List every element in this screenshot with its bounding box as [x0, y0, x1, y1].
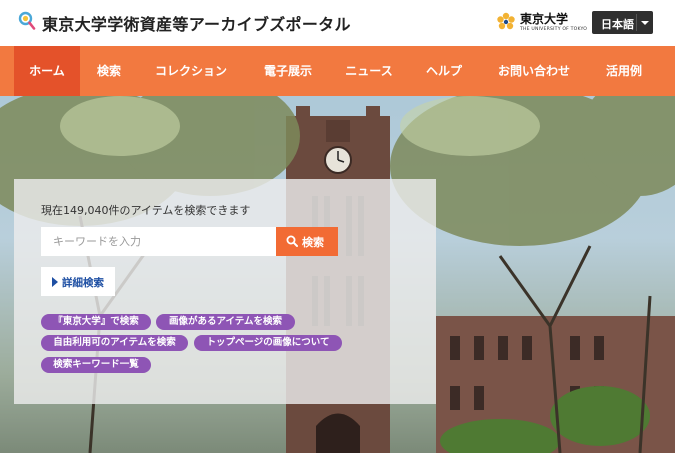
main-nav: ホーム 検索 コレクション 電子展示 ニュース ヘルプ お問い合わせ 活用例: [0, 46, 675, 96]
nav-item-news[interactable]: ニュース: [336, 46, 402, 96]
search-button-label: 検索: [302, 236, 324, 249]
nav-item-collection[interactable]: コレクション: [146, 46, 236, 96]
search-input[interactable]: [41, 227, 276, 256]
site-header: 東京大学学術資産等アーカイブズポータル 東京大学 THE UNIVERSITY …: [0, 0, 675, 46]
site-title[interactable]: 東京大学学術資産等アーカイブズポータル: [42, 11, 351, 35]
university-logo-name: 東京大学: [520, 12, 569, 26]
nav-item-usecases[interactable]: 活用例: [594, 46, 654, 96]
language-selector[interactable]: 日本語: [592, 11, 653, 34]
university-logo[interactable]: 東京大学 THE UNIVERSITY OF TOKYO: [495, 10, 587, 36]
tag-top-page-image[interactable]: トップページの画像について: [194, 335, 342, 351]
nav-item-home[interactable]: ホーム: [14, 46, 80, 96]
nav-item-search[interactable]: 検索: [86, 46, 132, 96]
tag-items-with-images[interactable]: 画像があるアイテムを検索: [156, 314, 295, 330]
university-logo-subtitle: THE UNIVERSITY OF TOKYO: [520, 27, 588, 32]
search-button[interactable]: 検索: [276, 227, 338, 256]
search-icon: [286, 235, 298, 247]
utokyo-seal-icon: [497, 12, 515, 30]
nav-item-contact[interactable]: お問い合わせ: [486, 46, 582, 96]
tag-free-use-items[interactable]: 自由利用可のアイテムを検索: [41, 335, 188, 351]
item-count-text: 現在149,040件のアイテムを検索できます: [41, 204, 251, 217]
nav-item-exhibition[interactable]: 電子展示: [252, 46, 324, 96]
search-panel: 現在149,040件のアイテムを検索できます 検索 詳細検索 『東京大学』で検索…: [14, 179, 436, 404]
chevron-down-icon: [641, 21, 649, 25]
nav-item-help[interactable]: ヘルプ: [414, 46, 474, 96]
language-divider: [636, 14, 637, 31]
caret-right-icon: [52, 277, 58, 287]
language-selected: 日本語: [601, 18, 634, 31]
search-logo-icon[interactable]: [18, 11, 36, 31]
tag-keyword-list[interactable]: 検索キーワード一覧: [41, 357, 151, 373]
advanced-search-button[interactable]: 詳細検索: [41, 267, 115, 296]
advanced-search-label: 詳細検索: [62, 277, 104, 289]
tag-search-utokyo[interactable]: 『東京大学』で検索: [41, 314, 151, 330]
